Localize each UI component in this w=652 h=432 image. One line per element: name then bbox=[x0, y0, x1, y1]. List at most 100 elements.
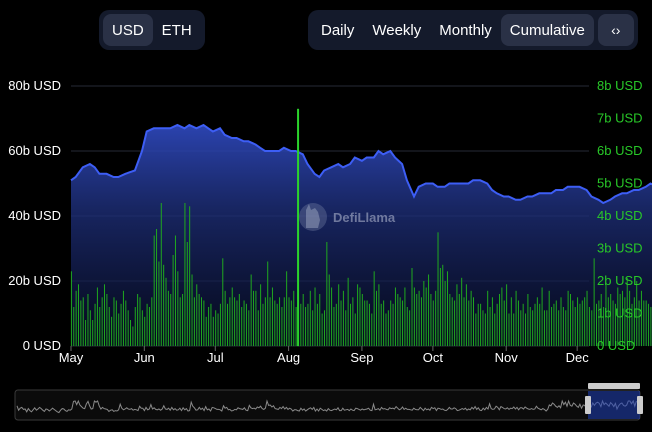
currency-toggle: USD ETH bbox=[99, 10, 205, 50]
volume-bar bbox=[323, 310, 325, 347]
volume-bar bbox=[205, 316, 207, 347]
weekly-button[interactable]: Weekly bbox=[363, 14, 430, 46]
x-tick-label: Jul bbox=[207, 350, 224, 365]
volume-bar bbox=[371, 313, 373, 346]
volume-bar bbox=[144, 316, 146, 347]
volume-bar bbox=[158, 261, 160, 346]
volume-bar bbox=[416, 294, 418, 346]
volume-bar bbox=[347, 277, 349, 347]
volume-bar bbox=[219, 303, 221, 347]
right-tick-label: 7b USD bbox=[597, 111, 643, 126]
volume-bar bbox=[227, 303, 229, 347]
volume-bar bbox=[106, 294, 108, 346]
volume-bar bbox=[156, 229, 158, 346]
volume-bar bbox=[288, 297, 290, 347]
volume-bar bbox=[331, 287, 333, 346]
volume-bar bbox=[182, 294, 184, 346]
volume-bar bbox=[238, 294, 240, 346]
volume-bar bbox=[342, 290, 344, 347]
volume-bar bbox=[392, 303, 394, 347]
code-brackets-icon[interactable]: ‹› bbox=[597, 14, 634, 46]
volume-bar bbox=[345, 310, 347, 347]
volume-bar bbox=[541, 287, 543, 346]
navigator-selection[interactable] bbox=[588, 391, 640, 419]
volume-bar bbox=[439, 268, 441, 346]
volume-bar bbox=[456, 284, 458, 347]
volume-bar bbox=[75, 290, 77, 347]
volume-bar bbox=[432, 300, 434, 346]
volume-bar bbox=[172, 255, 174, 346]
volume-bar bbox=[579, 303, 581, 347]
volume-bar bbox=[435, 290, 437, 347]
left-tick-label: 80b USD bbox=[8, 78, 61, 93]
volume-bar bbox=[80, 300, 82, 346]
volume-bar bbox=[120, 303, 122, 347]
volume-bar bbox=[137, 294, 139, 346]
navigator-left-handle[interactable] bbox=[585, 396, 591, 414]
volume-bar bbox=[423, 281, 425, 346]
volume-bar bbox=[253, 290, 255, 347]
volume-bar bbox=[376, 290, 378, 347]
volume-bar bbox=[373, 271, 375, 347]
volume-bar bbox=[217, 313, 219, 346]
volume-bar bbox=[418, 290, 420, 347]
volume-bar bbox=[245, 303, 247, 347]
volume-bar bbox=[236, 300, 238, 346]
volume-bar bbox=[402, 300, 404, 346]
volume-bar bbox=[463, 297, 465, 347]
watermark-text: DefiLlama bbox=[333, 210, 396, 225]
volume-bar bbox=[338, 284, 340, 347]
cumulative-button[interactable]: Cumulative bbox=[500, 14, 594, 46]
monthly-button[interactable]: Monthly bbox=[430, 14, 501, 46]
volume-bar bbox=[118, 313, 120, 346]
volume-bar bbox=[326, 242, 328, 346]
volume-bar bbox=[193, 297, 195, 347]
volume-bar bbox=[364, 300, 366, 346]
volume-bar bbox=[200, 297, 202, 347]
volume-bar bbox=[454, 300, 456, 346]
chart: DefiLlama 0 USD 20b USD 40b USD 60b USD 80b … bbox=[8, 78, 652, 421]
volume-bar bbox=[409, 310, 411, 347]
usd-button[interactable]: USD bbox=[103, 14, 153, 46]
volume-bar bbox=[148, 307, 150, 346]
right-tick-label: 5b USD bbox=[597, 176, 643, 191]
volume-bar bbox=[267, 261, 269, 346]
volume-bar bbox=[328, 274, 330, 346]
navigator-right-handle[interactable] bbox=[637, 396, 643, 414]
volume-bar bbox=[312, 310, 314, 347]
eth-button[interactable]: ETH bbox=[153, 14, 201, 46]
volume-bar bbox=[122, 290, 124, 347]
volume-spike-bar bbox=[297, 108, 300, 347]
x-tick-label: Jun bbox=[134, 350, 155, 365]
volume-bar bbox=[397, 294, 399, 346]
volume-bar bbox=[234, 297, 236, 347]
volume-bar bbox=[536, 297, 538, 347]
volume-bar bbox=[104, 284, 106, 347]
volume-bar bbox=[276, 303, 278, 347]
volume-bar bbox=[480, 303, 482, 347]
right-tick-label: 6b USD bbox=[597, 143, 643, 158]
volume-bar bbox=[307, 303, 309, 347]
volume-bar bbox=[593, 258, 595, 347]
volume-bar bbox=[437, 232, 439, 347]
volume-bar bbox=[279, 297, 281, 347]
volume-bar bbox=[506, 284, 508, 347]
volume-bar bbox=[139, 297, 141, 347]
volume-bar bbox=[442, 264, 444, 347]
range-navigator[interactable] bbox=[14, 383, 643, 421]
volume-bar bbox=[399, 297, 401, 347]
volume-bar bbox=[482, 310, 484, 347]
volume-bar bbox=[293, 290, 295, 347]
daily-button[interactable]: Daily bbox=[312, 14, 363, 46]
volume-bar bbox=[141, 310, 143, 347]
navigator-scroll-handle[interactable] bbox=[588, 383, 640, 389]
volume-bar bbox=[366, 300, 368, 346]
volume-bar bbox=[170, 294, 172, 346]
volume-bar bbox=[70, 271, 72, 347]
navigator-track bbox=[14, 389, 641, 421]
volume-bar bbox=[134, 307, 136, 346]
volume-bar bbox=[525, 313, 527, 346]
volume-bar bbox=[532, 310, 534, 347]
volume-bar bbox=[96, 287, 98, 346]
volume-bar bbox=[212, 316, 214, 347]
